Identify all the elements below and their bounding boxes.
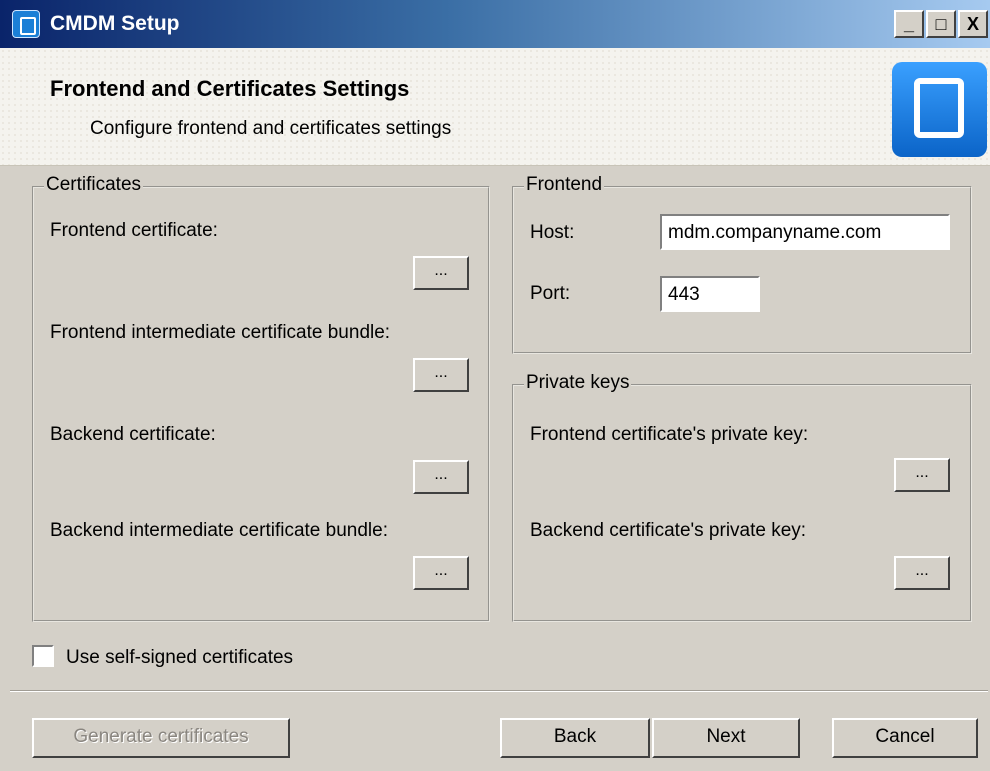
backend-intermediate-label: Backend intermediate certificate bundle: bbox=[50, 520, 388, 541]
page-title: Frontend and Certificates Settings bbox=[50, 76, 410, 101]
backend-certificate-label: Backend certificate: bbox=[50, 424, 216, 445]
self-signed-label[interactable]: Use self-signed certificates bbox=[66, 647, 293, 669]
frontend-certificate-label: Frontend certificate: bbox=[50, 220, 218, 241]
back-button[interactable]: Back bbox=[500, 718, 650, 758]
next-button[interactable]: Next bbox=[652, 718, 800, 758]
minimize-button[interactable]: _ bbox=[894, 10, 924, 38]
host-label: Host: bbox=[530, 222, 575, 243]
self-signed-checkbox[interactable] bbox=[32, 645, 54, 667]
backend-certificate-browse-button[interactable]: ... bbox=[413, 460, 469, 494]
wizard-header bbox=[0, 48, 990, 166]
footer-divider bbox=[10, 690, 988, 692]
generate-certificates-button[interactable]: Generate certificates bbox=[32, 718, 290, 758]
frontend-private-key-label: Frontend certificate's private key: bbox=[530, 424, 809, 445]
window-title: CMDM Setup bbox=[50, 12, 180, 35]
frontend-legend: Frontend bbox=[524, 174, 605, 196]
frontend-intermediate-label: Frontend intermediate certificate bundle… bbox=[50, 322, 391, 343]
frontend-certificate-browse-button[interactable]: ... bbox=[413, 256, 469, 290]
backend-private-key-browse-button[interactable]: ... bbox=[894, 556, 950, 590]
maximize-button[interactable]: □ bbox=[926, 10, 956, 38]
frontend-group bbox=[512, 186, 972, 354]
private-keys-legend: Private keys bbox=[524, 372, 632, 394]
cmdm-logo-icon bbox=[892, 62, 987, 157]
host-input[interactable]: mdm.companyname.com bbox=[660, 214, 950, 250]
backend-intermediate-browse-button[interactable]: ... bbox=[413, 556, 469, 590]
page-subtitle: Configure frontend and certificates sett… bbox=[90, 118, 452, 139]
frontend-intermediate-browse-button[interactable]: ... bbox=[413, 358, 469, 392]
app-icon bbox=[12, 10, 40, 38]
cancel-button[interactable]: Cancel bbox=[832, 718, 978, 758]
close-button[interactable]: X bbox=[958, 10, 988, 38]
frontend-private-key-browse-button[interactable]: ... bbox=[894, 458, 950, 492]
certificates-legend: Certificates bbox=[44, 174, 144, 196]
port-label: Port: bbox=[530, 283, 571, 304]
backend-private-key-label: Backend certificate's private key: bbox=[530, 520, 807, 541]
port-input[interactable]: 443 bbox=[660, 276, 760, 312]
device-rotate-icon bbox=[914, 78, 964, 138]
